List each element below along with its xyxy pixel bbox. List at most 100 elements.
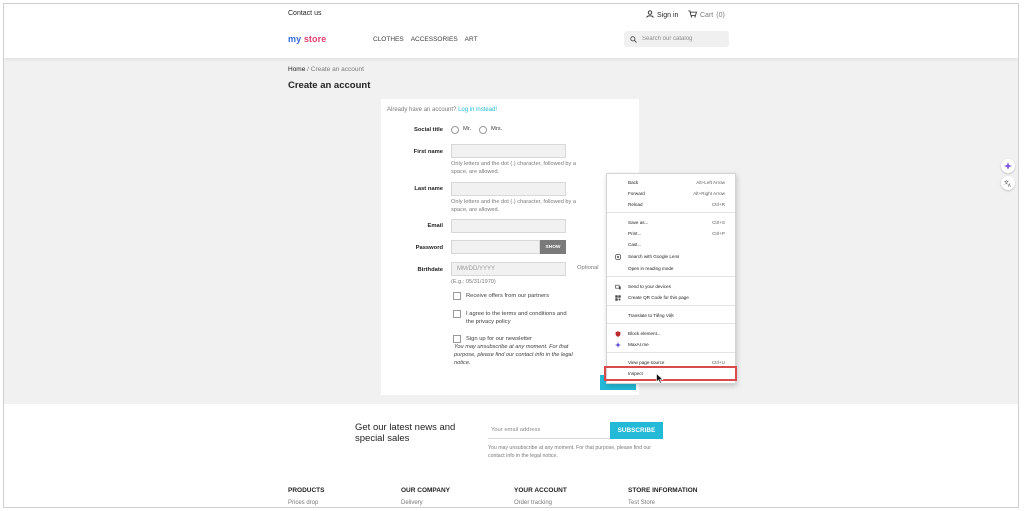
radio-mrs-label: Mrs. [491, 126, 503, 132]
newsletter-checkbox[interactable] [453, 335, 461, 343]
cart-link[interactable]: Cart (0) [688, 10, 725, 20]
search-icon[interactable] [630, 30, 637, 48]
menu-separator [607, 276, 735, 277]
footer-link[interactable]: Order tracking [514, 500, 567, 506]
birthdate-field[interactable]: MM/DD/YYYY [451, 262, 566, 276]
first-name-label: First name [413, 149, 443, 155]
context-menu: Back Alt+Left Arrow Forward Alt+Right Ar… [604, 173, 737, 384]
menu-item-cast[interactable]: Cast... [607, 239, 735, 250]
nav-accessories[interactable]: ACCESSORIES [411, 36, 458, 43]
menu-label: Reload [628, 202, 643, 207]
menu-item-google-lens[interactable]: Search with Google Lens [607, 251, 735, 262]
footer-column-company: OUR COMPANY Delivery [401, 487, 450, 506]
offers-checkbox[interactable] [453, 292, 461, 300]
menu-item-back[interactable]: Back Alt+Left Arrow [607, 177, 735, 188]
radio-mrs[interactable] [479, 126, 487, 134]
first-name-hint: Only letters and the dot (.) character, … [451, 161, 576, 175]
email-field[interactable] [451, 219, 566, 233]
nav-art[interactable]: ART [465, 36, 478, 43]
birthdate-example: (E.g.: 05/31/1970) [451, 279, 496, 285]
breadcrumb-current: Create an account [310, 66, 364, 73]
menu-item-maxai[interactable]: MaxAI.me [607, 339, 735, 350]
devices-icon [615, 284, 621, 290]
email-label: Email [427, 223, 443, 229]
footer-heading: YOUR ACCOUNT [514, 487, 567, 494]
birthdate-label: Birthdate [417, 267, 443, 273]
contact-us-link[interactable]: Contact us [288, 10, 321, 17]
first-name-field[interactable] [451, 144, 566, 158]
birthdate-optional: Optional [577, 265, 599, 271]
menu-item-forward[interactable]: Forward Alt+Right Arrow [607, 188, 735, 199]
search-input[interactable] [642, 36, 726, 42]
site-header: Contact us Sign in Cart (0) my store CLO… [4, 4, 1018, 58]
menu-shortcut: Alt+Right Arrow [693, 191, 725, 196]
menu-label: Cast... [628, 242, 642, 247]
menu-label: Search with Google Lens [628, 254, 680, 259]
lens-icon [615, 253, 621, 260]
login-instead-link[interactable]: Log in instead! [458, 107, 497, 113]
footer-heading: OUR COMPANY [401, 487, 450, 494]
newsletter-note: You may unsubscribe at any moment. For t… [454, 344, 573, 366]
menu-separator [607, 323, 735, 324]
radio-mr-label: Mr. [463, 126, 472, 132]
main-nav: CLOTHES ACCESSORIES ART [373, 36, 478, 43]
menu-item-reload[interactable]: Reload Ctrl+R [607, 199, 735, 210]
footer-heading: STORE INFORMATION [628, 487, 698, 494]
menu-separator [607, 212, 735, 213]
newsletter-email-input[interactable] [488, 422, 610, 439]
password-label: Password [415, 245, 443, 251]
cart-count: (0) [716, 11, 725, 19]
menu-shortcut: Ctrl+R [711, 202, 725, 207]
menu-item-save-as[interactable]: Save as... Ctrl+S [607, 217, 735, 228]
newsletter-section: Get our latest news and special sales SU… [4, 404, 1018, 507]
show-password-button[interactable]: SHOW [540, 240, 566, 254]
terms-checkbox[interactable] [453, 310, 461, 318]
newsletter-label: Sign up for our newsletter [466, 336, 533, 342]
menu-shortcut: Ctrl+U [711, 360, 725, 365]
menu-item-print[interactable]: Print... Ctrl+P [607, 228, 735, 239]
breadcrumb-home[interactable]: Home [288, 66, 305, 73]
login-prompt: Already have an account? Log in instead! [387, 107, 497, 113]
ai-sparkle-widget-icon[interactable] [1001, 159, 1015, 173]
footer-link[interactable]: Prices drop [288, 500, 324, 506]
page-title: Create an account [288, 80, 371, 91]
newsletter-title: Get our latest news and special sales [355, 422, 456, 444]
menu-label: Create QR Code for this page [628, 295, 689, 300]
menu-label: View page source [628, 360, 665, 365]
footer-link[interactable]: Delivery [401, 500, 450, 506]
menu-item-qr-code[interactable]: Create QR Code for this page [607, 292, 735, 303]
last-name-field[interactable] [451, 182, 566, 196]
last-name-label: Last name [414, 186, 443, 192]
register-form: Already have an account? Log in instead!… [381, 99, 639, 395]
sparkle-icon [615, 341, 621, 348]
translate-widget-icon[interactable]: 文A [1001, 176, 1015, 190]
menu-item-translate[interactable]: Translate to Tiếng Việt [607, 310, 735, 321]
menu-item-reading-mode[interactable]: Open in reading mode [607, 263, 735, 274]
menu-label: Send to your devices [628, 284, 671, 289]
sign-in-label: Sign in [657, 11, 679, 19]
menu-shortcut: Ctrl+P [712, 231, 725, 236]
newsletter-footer-note: You may unsubscribe at any moment. For t… [488, 445, 652, 459]
mouse-cursor-icon [656, 371, 664, 389]
footer-column-account: YOUR ACCOUNT Order tracking [514, 487, 567, 506]
search-box [624, 31, 729, 47]
radio-mr[interactable] [451, 126, 459, 134]
store-logo[interactable]: my store [288, 34, 326, 44]
menu-item-block-element[interactable]: Block element... [607, 328, 735, 339]
menu-label: Back [628, 180, 639, 185]
user-icon [646, 10, 654, 20]
breadcrumb-separator: / [307, 66, 309, 73]
browser-viewport: Contact us Sign in Cart (0) my store CLO… [3, 3, 1019, 508]
menu-shortcut: Ctrl+S [712, 220, 725, 225]
menu-item-send-devices[interactable]: Send to your devices [607, 281, 735, 292]
offers-label: Receive offers from our partners [466, 293, 550, 299]
password-field[interactable] [451, 240, 540, 254]
menu-label: Translate to Tiếng Việt [628, 313, 674, 318]
nav-clothes[interactable]: CLOTHES [373, 36, 404, 43]
subscribe-button[interactable]: SUBSCRIBE [610, 422, 663, 439]
menu-label: Block element... [628, 331, 661, 336]
footer-link: Test Store [628, 500, 656, 506]
terms-label: I agree to the terms and conditions and … [466, 311, 567, 325]
cart-label: Cart [700, 11, 714, 19]
sign-in-link[interactable]: Sign in [646, 10, 678, 20]
